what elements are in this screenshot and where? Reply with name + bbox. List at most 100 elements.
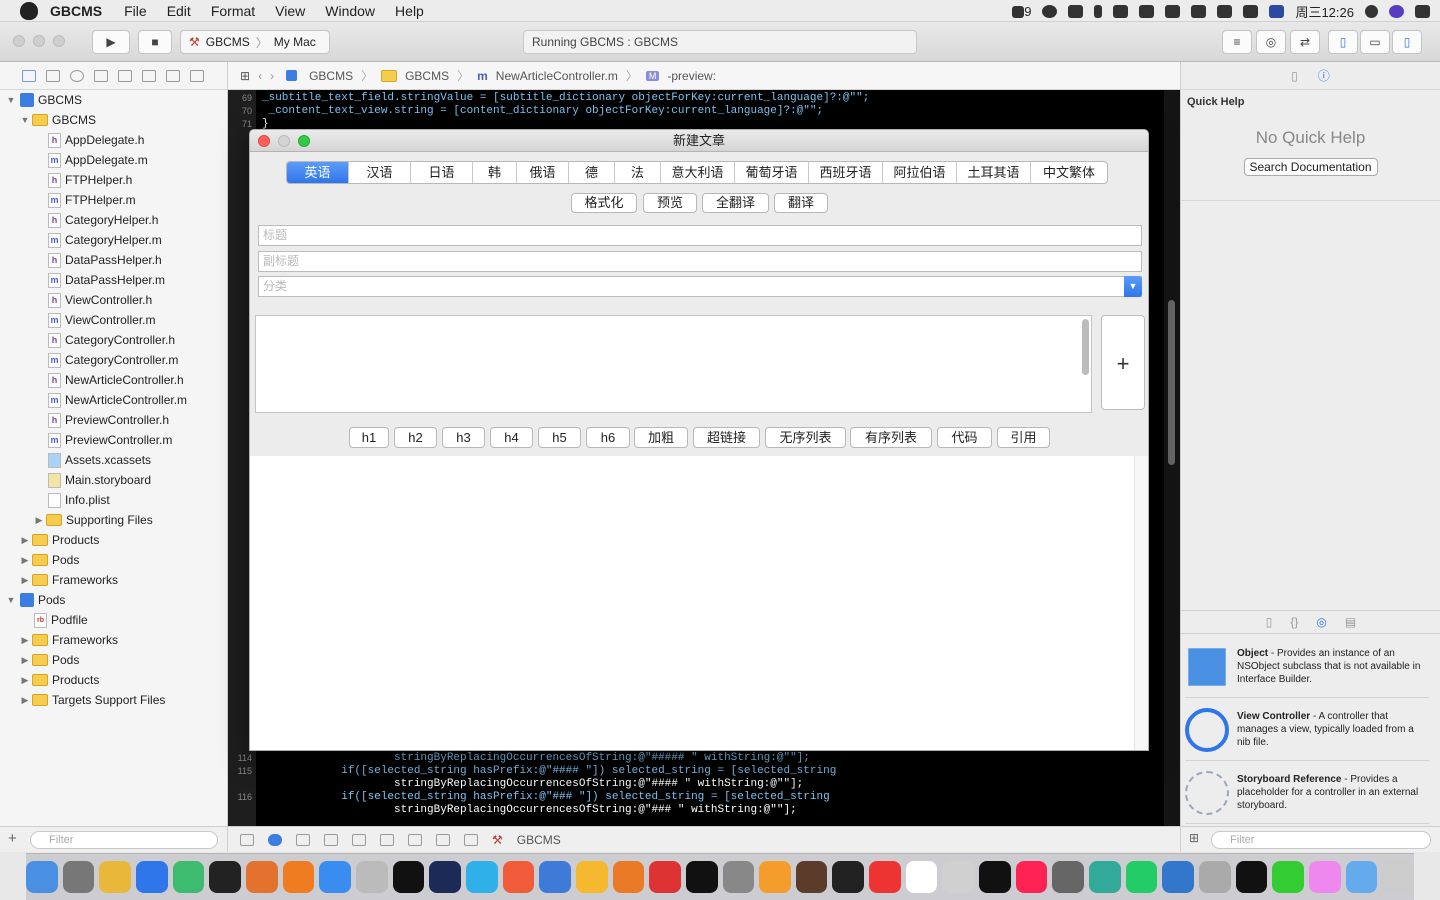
console-icon[interactable]	[832, 861, 865, 893]
library-item[interactable]: Object - Provides an instance of an NSOb…	[1185, 636, 1429, 698]
debug-tab-icon[interactable]	[142, 69, 156, 82]
content-scroll-thumb[interactable]	[1082, 319, 1089, 375]
tree-item[interactable]: h AppDelegate.h	[0, 130, 227, 150]
menu-view[interactable]: View	[275, 3, 305, 19]
disclosure-triangle-icon[interactable]: ▶	[20, 695, 30, 706]
action-button[interactable]: 格式化	[571, 193, 637, 213]
tree-item[interactable]: ▶ Pods	[0, 550, 227, 570]
close-window-button[interactable]	[13, 35, 25, 47]
media-library-icon[interactable]: ▤	[1345, 615, 1356, 629]
calendar-icon[interactable]	[905, 861, 938, 893]
markdown-button[interactable]: 无序列表	[765, 427, 846, 448]
menu-help[interactable]: Help	[395, 3, 424, 19]
forward-icon[interactable]: ›	[270, 69, 274, 83]
object-library-icon[interactable]: ◎	[1316, 615, 1326, 629]
assistant-editor-button[interactable]: ◎	[1256, 30, 1286, 54]
related-items-icon[interactable]: ⊞	[240, 69, 250, 83]
pycharm-icon[interactable]	[685, 861, 718, 893]
editor-scroll-thumb[interactable]	[1168, 300, 1175, 465]
downloads-icon[interactable]	[1345, 861, 1378, 893]
tree-item[interactable]: ▼ GBCMS	[0, 90, 227, 110]
tree-item[interactable]: ▼ GBCMS	[0, 110, 227, 130]
add-image-button[interactable]: +	[1101, 315, 1145, 410]
location-icon[interactable]	[464, 833, 478, 846]
tree-item[interactable]: ▶ Pods	[0, 650, 227, 670]
spotlight-icon[interactable]	[1365, 4, 1378, 18]
toggle-navigator-button[interactable]: ▯	[1328, 30, 1358, 54]
code-line[interactable]: if([selected_string hasPrefix:@"#### "])…	[262, 765, 836, 777]
step-in-icon[interactable]	[352, 833, 366, 846]
system-prefs-icon[interactable]	[1052, 861, 1085, 893]
android-studio-icon[interactable]	[172, 861, 205, 893]
breakpoints-icon[interactable]	[268, 833, 282, 846]
scrum-icon[interactable]	[649, 861, 681, 893]
search-documentation-button[interactable]: Search Documentation	[1243, 158, 1378, 176]
preview-icon[interactable]	[355, 861, 388, 893]
disclosure-triangle-icon[interactable]: ▶	[34, 515, 44, 526]
markdown-button[interactable]: 加粗	[634, 427, 688, 448]
markdown-button[interactable]: h1	[349, 427, 389, 448]
category-combobox[interactable]: 分类 ▼	[258, 276, 1142, 297]
gear-icon[interactable]	[1042, 4, 1058, 18]
file-inspector-icon[interactable]: ▯	[1291, 69, 1298, 83]
tree-item[interactable]: h CategoryController.h	[0, 330, 227, 350]
code-snippet-icon[interactable]: {}	[1290, 615, 1298, 629]
launchpad-icon[interactable]	[62, 861, 95, 893]
tree-item[interactable]: ▶ Frameworks	[0, 630, 227, 650]
language-tab[interactable]: 意大利语	[661, 162, 735, 183]
orb-icon[interactable]	[502, 861, 535, 893]
chrome-icon[interactable]	[99, 861, 131, 893]
run-button[interactable]: ▶	[92, 30, 130, 54]
tree-item[interactable]: Main.storyboard	[0, 470, 227, 490]
sublime-icon[interactable]	[282, 861, 315, 893]
disclosure-triangle-icon[interactable]: ▶	[20, 675, 30, 686]
crumb-group[interactable]: GBCMS	[405, 69, 449, 83]
language-tab[interactable]: 汉语	[349, 162, 411, 183]
menu-app-name[interactable]: GBCMS	[50, 3, 102, 19]
tree-item[interactable]: m CategoryController.m	[0, 350, 227, 370]
network-icon[interactable]	[1089, 861, 1121, 893]
language-tab[interactable]: 英语	[287, 162, 349, 183]
code-line[interactable]: if([selected_string hasPrefix:@"### "]) …	[262, 791, 830, 803]
tree-item[interactable]: m DataPassHelper.m	[0, 270, 227, 290]
photo-icon[interactable]	[942, 861, 975, 893]
folder-app-icon[interactable]	[465, 861, 498, 893]
language-tab[interactable]: 西班牙语	[809, 162, 883, 183]
navigator-filter-input[interactable]: Filter	[30, 831, 218, 849]
menu-file[interactable]: File	[124, 3, 147, 19]
scheme-selector[interactable]: ⚒ GBCMS 〉 My Mac	[180, 30, 330, 54]
xcode-icon[interactable]	[136, 861, 168, 893]
music-icon[interactable]	[1015, 861, 1048, 893]
app-store-icon[interactable]	[319, 861, 351, 893]
tree-item[interactable]: h FTPHelper.h	[0, 170, 227, 190]
preview-scrollbar[interactable]	[1134, 456, 1148, 750]
window-titlebar[interactable]: 新建文章	[250, 130, 1148, 152]
flag-icon[interactable]	[1269, 4, 1285, 18]
qq-icon[interactable]	[1235, 861, 1268, 893]
crumb-file[interactable]: NewArticleController.m	[496, 69, 618, 83]
language-tab[interactable]: 阿拉伯语	[883, 162, 957, 183]
memory-graph-icon[interactable]	[436, 833, 450, 846]
action-button[interactable]: 预览	[643, 193, 697, 213]
photoshop-icon[interactable]	[429, 861, 461, 893]
sketch-icon[interactable]	[575, 861, 608, 893]
tree-item[interactable]: m AppDelegate.m	[0, 150, 227, 170]
crumb-method[interactable]: -preview:	[667, 69, 716, 83]
zoom-window-button[interactable]	[53, 35, 65, 47]
airplay-icon[interactable]	[1191, 4, 1207, 18]
tree-item[interactable]: h DataPassHelper.h	[0, 250, 227, 270]
debug-target[interactable]: GBCMS	[517, 833, 561, 847]
apple-icon[interactable]	[20, 1, 38, 20]
action-button[interactable]: 全翻译	[702, 193, 769, 213]
markdown-button[interactable]: h6	[586, 427, 630, 448]
menu-format[interactable]: Format	[211, 3, 255, 19]
intellij-icon[interactable]	[209, 861, 241, 893]
title-input[interactable]: 标题	[258, 225, 1142, 246]
yinyang-icon[interactable]	[979, 861, 1011, 893]
tree-item[interactable]: Info.plist	[0, 490, 227, 510]
pause-icon[interactable]	[296, 833, 310, 846]
disclosure-triangle-icon[interactable]: ▶	[20, 635, 30, 646]
disclosure-triangle-icon[interactable]: ▶	[20, 535, 30, 546]
tree-item[interactable]: Assets.xcassets	[0, 450, 227, 470]
feather-icon[interactable]	[245, 861, 278, 893]
